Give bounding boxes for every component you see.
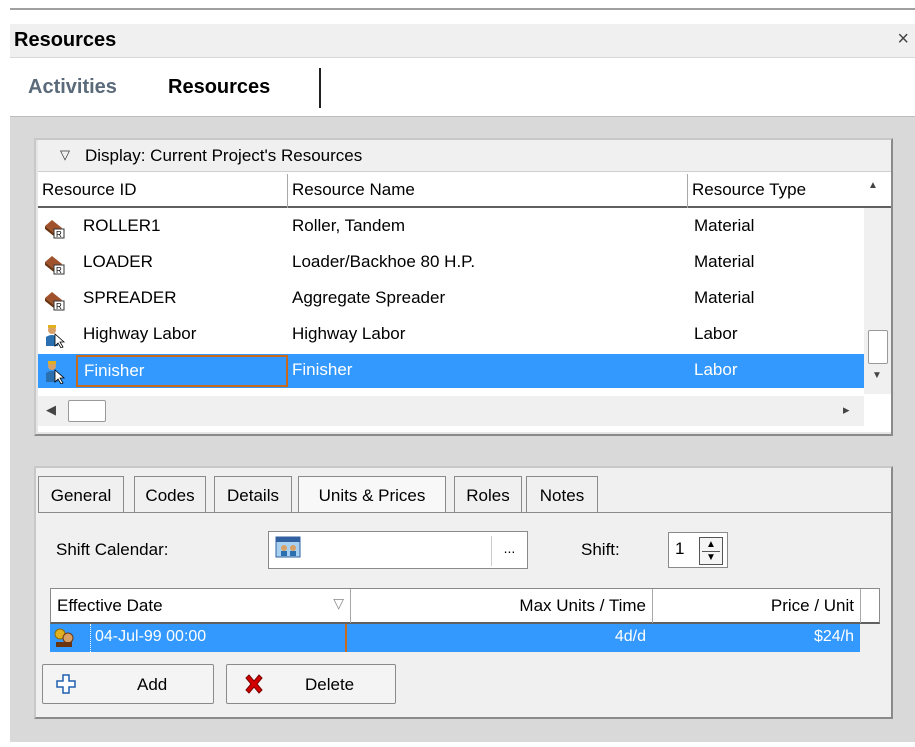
scroll-left-arrow-icon[interactable]: ◀ xyxy=(46,402,56,418)
tab-codes[interactable]: Codes xyxy=(134,476,206,512)
add-button-label: Add xyxy=(137,675,168,694)
top-tab-bar: Activities Resources xyxy=(10,68,915,108)
price-entry-icon xyxy=(54,628,74,647)
panel-titlebar: Resources × xyxy=(10,24,915,58)
resource-type: Labor xyxy=(694,324,738,343)
tab-resources[interactable]: Resources xyxy=(168,68,321,108)
resource-name: Aggregate Spreader xyxy=(292,288,446,307)
add-icon xyxy=(56,674,76,694)
resource-column-header: Resource ID Resource Name Resource Type xyxy=(38,174,891,208)
panel-title: Resources xyxy=(14,29,117,51)
add-button[interactable]: Add xyxy=(42,664,214,704)
tab-notes[interactable]: Notes xyxy=(526,476,598,512)
labor-resource-icon xyxy=(46,325,66,348)
shift-spin-buttons[interactable]: ▲ ▼ xyxy=(699,537,723,565)
svg-text:R: R xyxy=(56,230,62,239)
price-unit-cell: $24/h xyxy=(813,628,854,645)
tab-details[interactable]: Details xyxy=(214,476,292,512)
calendar-icon xyxy=(275,536,301,558)
table-row[interactable]: Highway Labor Highway Labor Labor xyxy=(38,318,864,352)
sort-indicator-icon: ▽ xyxy=(333,595,344,611)
material-resource-icon: R xyxy=(45,292,65,311)
delete-button-label: Delete xyxy=(305,675,355,694)
resource-id: ROLLER1 xyxy=(83,216,161,235)
column-header-price-unit[interactable]: Price / Unit xyxy=(653,589,861,623)
column-header-resource-id[interactable]: Resource ID xyxy=(38,174,288,208)
shift-calendar-field[interactable]: ... xyxy=(268,531,528,569)
resource-id: SPREADER xyxy=(83,288,177,307)
units-prices-column-header: Effective Date ▽ Max Units / Time Price … xyxy=(50,588,880,624)
resource-type: Material xyxy=(694,288,755,307)
delete-x-icon xyxy=(245,674,263,694)
table-row[interactable]: R ROLLER1 Roller, Tandem Material xyxy=(38,210,864,244)
labor-resource-icon xyxy=(46,361,66,384)
tab-units-prices[interactable]: Units & Prices xyxy=(298,476,446,514)
scroll-down-arrow-icon[interactable]: ▼ xyxy=(872,370,882,381)
table-row[interactable]: R SPREADER Aggregate Spreader Material xyxy=(38,282,864,316)
table-row[interactable]: 04-Jul-99 00:00 4d/d $24/h xyxy=(50,624,860,652)
delete-button[interactable]: Delete xyxy=(226,664,396,704)
vertical-scroll-thumb[interactable] xyxy=(868,330,888,364)
shift-value[interactable]: 1 xyxy=(675,539,684,559)
material-resource-icon: R xyxy=(45,256,65,275)
svg-text:R: R xyxy=(56,302,62,311)
shift-calendar-label: Shift Calendar: xyxy=(56,540,169,559)
scroll-right-arrow-icon[interactable]: ▸ xyxy=(843,402,850,418)
resource-name: Loader/Backhoe 80 H.P. xyxy=(292,252,476,271)
effective-date-header-label: Effective Date xyxy=(57,596,163,615)
table-row[interactable]: Finisher Finisher Labor xyxy=(38,354,864,388)
resource-name: Roller, Tandem xyxy=(292,216,406,235)
column-header-effective-date[interactable]: Effective Date ▽ xyxy=(51,589,351,623)
table-row[interactable]: R LOADER Loader/Backhoe 80 H.P. Material xyxy=(38,246,864,280)
resource-name: Finisher xyxy=(292,360,353,379)
close-icon[interactable]: × xyxy=(897,28,909,51)
column-header-resource-name[interactable]: Resource Name xyxy=(288,174,688,208)
collapse-triangle-icon[interactable]: ▽ xyxy=(60,147,70,163)
resource-id[interactable]: Finisher xyxy=(76,355,288,387)
svg-text:R: R xyxy=(56,266,62,275)
tab-roles[interactable]: Roles xyxy=(454,476,522,512)
resource-name: Highway Labor xyxy=(292,324,406,343)
display-filter-label: Display: Current Project's Resources xyxy=(85,146,363,165)
horizontal-scroll-thumb[interactable] xyxy=(68,400,106,422)
spin-down-icon[interactable]: ▼ xyxy=(706,552,716,563)
vertical-scrollbar[interactable]: ▼ xyxy=(864,208,891,394)
resource-id: Highway Labor xyxy=(83,324,197,343)
tab-activities[interactable]: Activities xyxy=(28,68,117,108)
column-header-max-units[interactable]: Max Units / Time xyxy=(351,589,653,623)
scroll-up-arrow-icon[interactable]: ▲ xyxy=(868,180,878,191)
resource-type: Material xyxy=(694,216,755,235)
horizontal-scrollbar[interactable]: ◀ ▸ xyxy=(38,396,864,426)
material-resource-icon: R xyxy=(45,220,65,239)
resource-type: Labor xyxy=(694,360,738,379)
column-header-resource-type[interactable]: Resource Type xyxy=(688,174,866,208)
shift-label: Shift: xyxy=(581,540,620,559)
spin-up-icon[interactable]: ▲ xyxy=(706,539,716,550)
tab-general[interactable]: General xyxy=(38,476,124,512)
display-filter-bar[interactable]: ▽ Display: Current Project's Resources xyxy=(38,140,891,172)
max-units-cell: 4d/d xyxy=(614,628,646,645)
resource-type: Material xyxy=(694,252,755,271)
effective-date-cell[interactable]: 04-Jul-99 00:00 xyxy=(90,624,347,652)
shift-stepper[interactable]: 1 ▲ ▼ xyxy=(668,532,728,568)
top-divider xyxy=(10,8,915,10)
browse-calendar-button[interactable]: ... xyxy=(491,536,527,566)
resource-id: LOADER xyxy=(83,252,153,271)
